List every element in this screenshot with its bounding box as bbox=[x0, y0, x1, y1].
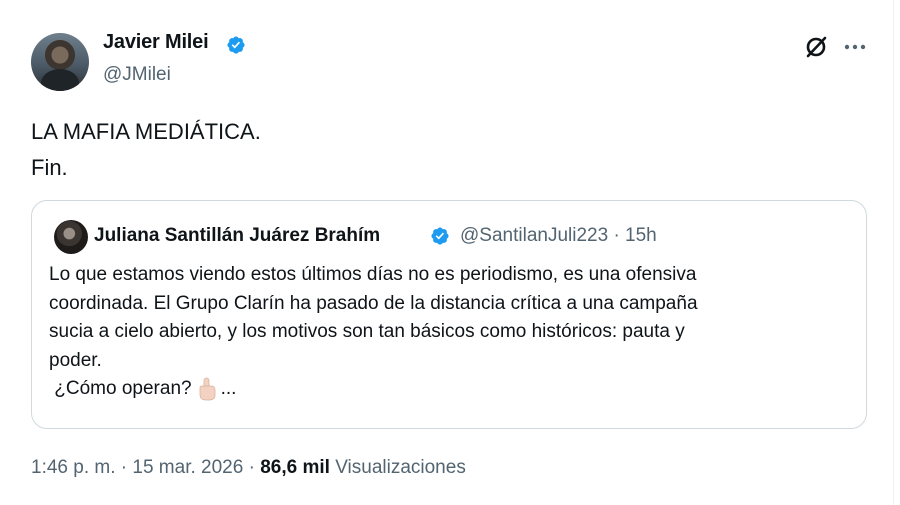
author-name[interactable]: Javier Milei bbox=[103, 31, 209, 54]
author-handle[interactable]: @JMilei bbox=[103, 64, 171, 86]
quoted-text-line: ¿Cómo operan? ... bbox=[49, 375, 849, 404]
tweet-text-line: LA MAFIA MEDIÁTICA. bbox=[31, 119, 261, 144]
meta-separator: · bbox=[115, 457, 133, 478]
quoted-text-line: poder. bbox=[49, 349, 102, 371]
quoted-author-avatar[interactable] bbox=[54, 220, 88, 254]
verified-badge-icon[interactable] bbox=[430, 226, 450, 246]
frame-border bbox=[893, 0, 894, 505]
views-label: Visualizaciones bbox=[335, 457, 466, 478]
quoted-ellipsis: ... bbox=[220, 378, 237, 399]
tweet-date[interactable]: 15 mar. 2026 bbox=[132, 457, 243, 478]
tweet-meta: 1:46 p. m. · 15 mar. 2026 · 86,6 mil Vis… bbox=[31, 457, 466, 479]
quoted-text-line: sucia a cielo abierto, y los motivos son… bbox=[49, 321, 685, 342]
more-icon[interactable] bbox=[842, 36, 868, 58]
views-count: 86,6 mil bbox=[260, 457, 330, 478]
grok-icon[interactable] bbox=[803, 34, 829, 60]
verified-badge-icon[interactable] bbox=[226, 35, 246, 55]
quoted-question: ¿Cómo operan? bbox=[49, 378, 192, 399]
quoted-tweet-text: Lo que estamos viendo estos últimos días… bbox=[49, 261, 849, 404]
author-avatar[interactable] bbox=[31, 33, 89, 91]
quoted-tweet-card[interactable]: Juliana Santillán Juárez Brahím @Santila… bbox=[31, 200, 867, 429]
meta-separator: · bbox=[243, 457, 261, 478]
quoted-text-line: Lo que estamos viendo estos últimos días… bbox=[49, 264, 697, 285]
quoted-author-name[interactable]: Juliana Santillán Juárez Brahím bbox=[94, 225, 380, 247]
tweet-text-line: Fin. bbox=[31, 155, 68, 180]
index-pointing-up-emoji-icon bbox=[199, 377, 215, 401]
quoted-text-line: coordinada. El Grupo Clarín ha pasado de… bbox=[49, 292, 698, 314]
tweet-time[interactable]: 1:46 p. m. bbox=[31, 457, 116, 478]
quoted-handle-time[interactable]: @SantilanJuli223 · 15h bbox=[460, 225, 657, 247]
